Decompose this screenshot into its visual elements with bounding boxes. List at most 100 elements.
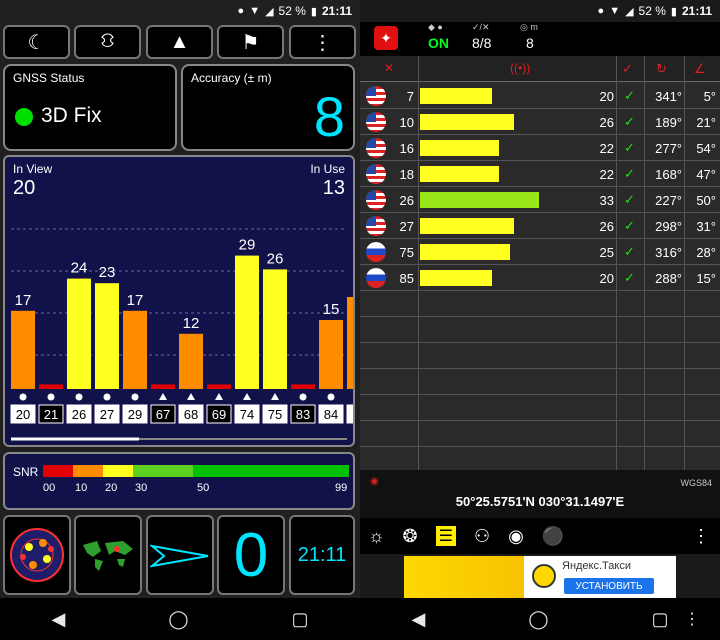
table-row[interactable]: 18 22 ✓ 168° 47° — [360, 161, 720, 187]
used-check-icon: ✓ — [624, 166, 635, 181]
home-icon[interactable]: ◯ — [168, 609, 188, 630]
status-bar: ● ▼ ◢ 52 % ▮ 21:11 — [360, 0, 720, 22]
radar-icon — [10, 528, 64, 582]
radar-tile[interactable] — [3, 515, 71, 595]
compass-icon[interactable]: ☼ — [368, 526, 385, 547]
ad-banner[interactable]: Яндекс.Такси УСТАНОВИТЬ — [404, 556, 676, 600]
elevation-value: 28° — [696, 244, 716, 260]
status-time: 21:11 — [321, 4, 352, 18]
more-button[interactable]: ⋮ — [289, 25, 356, 59]
person-sign-icon: ⛻ — [100, 29, 115, 52]
recents-icon[interactable]: ▢ — [291, 609, 308, 630]
back-icon[interactable]: ◀ — [411, 609, 425, 630]
snr-bar — [67, 278, 91, 389]
snr-value: 25 — [599, 244, 614, 260]
table-row[interactable]: 16 22 ✓ 277° 54° — [360, 135, 720, 161]
gps-on-value: ON — [428, 35, 449, 51]
us-flag-icon — [366, 112, 386, 132]
constellation-marker — [75, 393, 83, 401]
clock-tile[interactable]: 21:11 — [289, 515, 355, 595]
home-icon[interactable]: ◯ — [528, 609, 548, 630]
constellation-marker — [19, 393, 27, 401]
table-row[interactable]: 75 25 ✓ 316° 28° — [360, 239, 720, 265]
battery-icon: ▮ — [310, 5, 317, 18]
snr-scale-panel: SNR 00 10 20 30 50 99 — [3, 452, 355, 510]
wifi-icon: ▼ — [609, 5, 621, 17]
prn-value: 7 — [406, 88, 414, 104]
used-check-icon: ✓ — [624, 270, 635, 285]
used-check-icon: ✓ — [624, 192, 635, 207]
snr-bar-label: 12 — [183, 315, 200, 332]
us-flag-icon — [366, 138, 386, 158]
ad-image — [404, 556, 524, 600]
people-button[interactable]: ⛻ — [74, 25, 141, 59]
empty-row — [360, 343, 720, 369]
prn-label: 29 — [128, 407, 142, 422]
used-check-icon: ✓ — [624, 140, 635, 155]
snr-bar-label: 29 — [239, 237, 256, 254]
ru-flag-icon — [366, 242, 386, 262]
sats-used-icon: ✓/✕ — [472, 22, 490, 32]
accuracy-icon: ◎ m — [520, 22, 538, 32]
direction-tile[interactable] — [146, 515, 214, 595]
snr-bar — [95, 283, 119, 389]
gnss-status-panel: GNSS Status 3D Fix — [3, 64, 177, 151]
more-vert-icon[interactable]: ⋮ — [684, 609, 700, 629]
battery-icon: ▮ — [670, 5, 677, 18]
used-check-icon: ✓ — [624, 114, 635, 129]
flags-button[interactable]: ⚑ — [217, 25, 284, 59]
prn-value: 27 — [399, 218, 414, 234]
prn-label: 27 — [100, 407, 114, 422]
navigation-button[interactable]: ▲ — [146, 25, 213, 59]
globe-icon[interactable]: ◉ — [508, 526, 524, 547]
ad-title: Яндекс.Такси — [562, 560, 631, 572]
elevation-value: 50° — [696, 192, 716, 208]
gnss-status-label: GNSS Status — [13, 71, 85, 85]
azimuth-value: 189° — [655, 114, 682, 130]
snr-bar — [420, 192, 539, 208]
table-row[interactable]: 27 26 ✓ 298° 31° — [360, 213, 720, 239]
back-icon[interactable]: ◀ — [51, 609, 65, 630]
world-map-tile[interactable] — [74, 515, 142, 595]
app-logo-icon[interactable]: ✦ — [374, 26, 398, 50]
coordinates-bar: ◉ WGS84 50°25.5751'N 030°31.1497'E — [360, 470, 720, 518]
signal-icon: ◢ — [265, 5, 274, 18]
counter-tile[interactable]: 0 — [217, 515, 285, 595]
navigation-arrow-icon: ▲ — [169, 30, 190, 53]
snr-bar-label: 23 — [99, 264, 116, 281]
more-vert-icon[interactable]: ⋮ — [692, 526, 710, 547]
walk-icon[interactable]: ⚇ — [474, 526, 490, 547]
snr-bar — [291, 384, 315, 389]
used-check-icon: ✓ — [624, 88, 635, 103]
elevation-col-icon: ∠ — [694, 61, 706, 76]
azimuth-col-icon: ↻ — [656, 61, 667, 76]
snr-bar — [420, 270, 492, 286]
snr-label: SNR — [13, 465, 39, 479]
table-row[interactable]: 10 26 ✓ 189° 21° — [360, 109, 720, 135]
table-header: ✕ ((•)) ✓ ↻ ∠ — [360, 56, 720, 82]
table-row[interactable]: 7 20 ✓ 341° 5° — [360, 83, 720, 109]
us-flag-icon — [366, 86, 386, 106]
snr-color-scale — [43, 465, 349, 477]
empty-row — [360, 421, 720, 447]
accuracy-value: 8 — [313, 85, 345, 148]
map-pin-icon[interactable]: ⚫ — [542, 526, 564, 547]
more-vert-icon: ⋮ — [312, 31, 333, 54]
ad-install-button[interactable]: УСТАНОВИТЬ — [564, 578, 654, 594]
recents-icon[interactable]: ▢ — [651, 609, 668, 630]
prn-value: 18 — [399, 166, 414, 182]
nav-bar: ◀ ◯ ▢ ⋮ — [360, 598, 720, 640]
table-row[interactable]: 85 20 ✓ 288° 15° — [360, 265, 720, 291]
bars-icon[interactable]: ☰ — [435, 526, 456, 546]
moon-icon: ☾ — [27, 31, 46, 54]
table-row[interactable]: 26 33 ✓ 227° 50° — [360, 187, 720, 213]
prn-label: 83 — [296, 407, 310, 422]
radar-icon[interactable]: ❂ — [403, 526, 418, 547]
location-icon: ● — [597, 5, 605, 17]
azimuth-value: 298° — [655, 218, 682, 234]
gps-status-screen: ● ▼ ◢ 52 % ▮ 21:11 ☾ ⛻ ▲ ⚑ ⋮ GNSS Status… — [0, 0, 360, 640]
sats-used-value: 8/8 — [472, 35, 492, 51]
snr-bar — [263, 269, 287, 389]
night-mode-button[interactable]: ☾ — [3, 25, 70, 59]
snr-tick: 00 — [43, 482, 56, 494]
